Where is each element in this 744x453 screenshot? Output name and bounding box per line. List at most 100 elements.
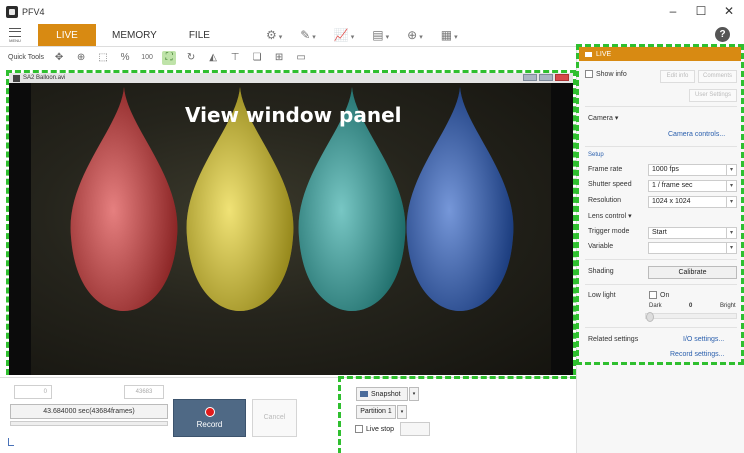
user-settings-button[interactable]: User Settings	[689, 89, 737, 102]
help-icon[interactable]: ?	[715, 27, 730, 42]
related-settings-label: Related settings	[588, 336, 639, 343]
shutter-speed-select[interactable]: 1 / frame sec	[648, 180, 737, 192]
lens-control-toggle[interactable]: Lens control ▾	[588, 212, 632, 220]
tab-live[interactable]: LIVE	[38, 24, 96, 46]
frame-rate-select[interactable]: 1000 fps	[648, 164, 737, 176]
variable-label: Variable	[588, 243, 614, 250]
zoom-region-icon[interactable]: ⬚	[96, 51, 110, 65]
frame-rate-label: Frame rate	[588, 166, 623, 173]
snapshot-label: Snapshot	[371, 390, 401, 398]
zoom-100-icon[interactable]: 100	[140, 51, 154, 65]
view-window-controls	[523, 74, 569, 81]
show-info-checkbox[interactable]	[585, 70, 593, 78]
comments-button[interactable]: Comments	[698, 70, 737, 83]
fit-window-icon[interactable]: ⛶	[162, 50, 177, 65]
move-icon[interactable]: ✥	[52, 51, 66, 65]
snapshot-panel: Snapshot ▾ Partition 1 ▾ Live stop	[338, 376, 576, 453]
measure-tool-icon[interactable]: ✎ ▾	[300, 28, 316, 42]
tab-file[interactable]: FILE	[173, 24, 226, 46]
view-minimize-button[interactable]	[523, 74, 537, 81]
snapshot-dropdown[interactable]: ▾	[409, 387, 419, 401]
end-frame-input[interactable]: 43683	[124, 385, 164, 399]
overlay-icon[interactable]: ❏	[250, 51, 264, 65]
cancel-button[interactable]: Cancel	[252, 399, 297, 437]
zoom-in-icon[interactable]: ⊕	[74, 51, 88, 65]
record-settings-link[interactable]: Record settings...	[670, 351, 724, 358]
view-maximize-button[interactable]	[539, 74, 553, 81]
frame-range-track[interactable]	[10, 421, 168, 426]
split-view-icon[interactable]: ⊞	[272, 51, 286, 65]
low-light-checkbox[interactable]	[649, 291, 657, 299]
fullscreen-icon[interactable]: ▭	[294, 51, 308, 65]
live-stop-checkbox-row[interactable]: Live stop	[355, 425, 394, 433]
separator	[585, 106, 737, 107]
menu-button[interactable]: MENU	[0, 24, 30, 46]
partition-dropdown[interactable]: ▾	[397, 405, 407, 419]
low-light-label: Low light	[588, 292, 616, 299]
live-panel-title: LIVE	[596, 50, 612, 58]
dark-label: Dark	[649, 303, 662, 309]
close-button[interactable]: ✕	[722, 4, 736, 18]
tab-memory[interactable]: MEMORY	[96, 24, 173, 46]
separator	[585, 146, 737, 147]
low-light-slider[interactable]	[645, 312, 737, 322]
shading-label: Shading	[588, 268, 614, 275]
view-window-panel: SA2 Balloon.avi View window panel	[6, 70, 576, 375]
grid-tool-icon[interactable]: ▦ ▾	[441, 28, 458, 42]
low-light-value: 0	[689, 303, 693, 309]
camera-section-toggle[interactable]: Camera ▾	[588, 114, 618, 122]
title-bar: PFV4 – ☐ ✕	[0, 0, 744, 24]
zoom-percent-icon[interactable]: %	[118, 51, 132, 65]
maximize-button[interactable]: ☐	[694, 4, 708, 18]
layout-tool-icon[interactable]: ▤ ▾	[372, 28, 389, 42]
rotate-icon[interactable]: ↻	[184, 51, 198, 65]
low-light-on-row[interactable]: On	[649, 291, 669, 299]
calibrate-button[interactable]: Calibrate	[648, 266, 737, 279]
live-settings-panel: LIVE Show info Edit info Comments User S…	[576, 44, 744, 365]
record-button[interactable]: Record	[173, 399, 246, 437]
live-stop-input[interactable]	[400, 422, 430, 436]
toolbar-icons: ⚙ ▾ ✎ ▾ 📈 ▾ ▤ ▾ ⊕ ▾ ▦ ▾	[266, 24, 458, 46]
menu-bar: MENU LIVE MEMORY FILE ⚙ ▾ ✎ ▾ 📈 ▾ ▤ ▾ ⊕ ▾ ▦ ▾ …	[0, 24, 744, 46]
io-settings-link[interactable]: I/O settings...	[683, 336, 724, 343]
live-stop-checkbox[interactable]	[355, 425, 363, 433]
video-frame[interactable]: View window panel	[9, 83, 573, 375]
trigger-mode-label: Trigger mode	[588, 228, 630, 235]
crop-icon[interactable]: ⊤	[228, 51, 242, 65]
record-label: Record	[196, 420, 223, 429]
start-frame-input[interactable]: 0	[14, 385, 52, 399]
graph-tool-icon[interactable]: 📈 ▾	[334, 28, 354, 42]
separator	[585, 284, 737, 285]
view-window-titlebar: SA2 Balloon.avi	[9, 73, 573, 83]
balloon-blue	[406, 87, 514, 311]
view-close-button[interactable]	[555, 74, 569, 81]
hamburger-icon	[9, 27, 21, 37]
playback-tool-icon[interactable]: ⚙ ▾	[266, 28, 282, 42]
variable-select[interactable]	[648, 242, 737, 254]
resolution-label: Resolution	[588, 197, 622, 204]
app-title: PFV4	[22, 7, 45, 17]
camera-icon	[585, 51, 592, 57]
balloon-red	[70, 87, 178, 311]
resolution-select[interactable]: 1024 x 1024	[648, 196, 737, 208]
flip-icon[interactable]: ◭	[206, 51, 220, 65]
view-window-title: SA2 Balloon.avi	[23, 75, 66, 81]
record-dot-icon	[204, 407, 215, 417]
edit-info-button[interactable]: Edit info	[660, 70, 695, 83]
range-handle[interactable]	[8, 438, 14, 446]
quick-tools-label: Quick Tools	[8, 54, 45, 61]
camera-controls-link[interactable]: Camera controls...	[668, 131, 725, 138]
view-window-panel-label: View window panel	[185, 103, 402, 127]
trigger-mode-select[interactable]: Start	[648, 227, 737, 239]
separator	[585, 327, 737, 328]
snapshot-button[interactable]: Snapshot	[356, 387, 408, 401]
minimize-button[interactable]: –	[666, 4, 680, 18]
window-controls: – ☐ ✕	[666, 4, 736, 18]
partition-button[interactable]: Partition 1	[356, 405, 396, 419]
network-tool-icon[interactable]: ⊕ ▾	[407, 28, 423, 42]
live-stop-label: Live stop	[366, 425, 395, 433]
record-controls-area: 0 43683 43.684000 sec(43684frames) Recor…	[0, 376, 576, 453]
file-icon	[13, 74, 20, 82]
shutter-speed-label: Shutter speed	[588, 181, 632, 188]
show-info-row[interactable]: Show info	[585, 70, 627, 78]
